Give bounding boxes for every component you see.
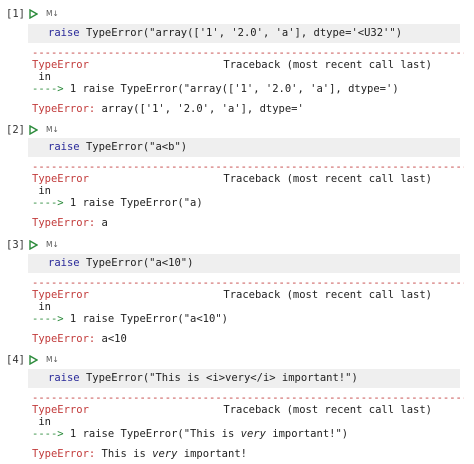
traceback-source: 1 raise TypeError("a<10") (63, 313, 228, 325)
error-message-line: TypeError: a (32, 217, 464, 229)
notebook-cell-2: [2] M↓ raise TypeError("a<b") ----------… (0, 122, 474, 234)
error-message: array(['1', '2.0', 'a'], dtype=' (95, 103, 304, 115)
error-name: TypeError (32, 404, 89, 416)
execution-count: [4] (6, 354, 25, 366)
code-class: TypeError (85, 257, 143, 269)
code-class: TypeError (85, 27, 143, 39)
error-message: a (95, 217, 108, 229)
error-message-line: TypeError: This is very important! (32, 448, 464, 460)
traceback-separator: ----------------------------------------… (32, 47, 464, 59)
execution-count: [2] (6, 124, 25, 136)
traceback-source-pre: 1 raise TypeError("This is (63, 428, 241, 440)
cell-toolbar: M↓ (28, 123, 59, 137)
code-input[interactable]: raise TypeError("This is <i>very</i> imp… (28, 369, 460, 388)
markdown-badge: M↓ (46, 240, 59, 249)
code-argument: ("a<b") (142, 141, 188, 153)
notebook-cell-3: [3] M↓ raise TypeError("a<10") ---------… (0, 237, 474, 349)
code-keyword: raise (48, 257, 80, 269)
code-keyword: raise (48, 27, 80, 39)
traceback-arrow-line: ----> 1 raise TypeError("a) (32, 197, 464, 209)
run-cell-icon[interactable] (28, 125, 38, 135)
traceback-header: TypeError Traceback (most recent call las… (32, 289, 432, 301)
cell-output: ----------------------------------------… (32, 277, 464, 345)
error-message: a<10 (95, 333, 127, 345)
cell-toolbar: M↓ (28, 353, 59, 367)
cell-output: ----------------------------------------… (32, 392, 464, 460)
execution-count: [3] (6, 239, 25, 251)
run-cell-icon[interactable] (28, 9, 38, 19)
error-message-italic: very (152, 448, 178, 460)
traceback-source: 1 raise TypeError("array(['1', '2.0', 'a… (63, 83, 399, 95)
error-message-post: important! (177, 448, 247, 460)
run-cell-icon[interactable] (28, 355, 38, 365)
code-argument: ("array(['1', '2.0', 'a'], dtype='<U32'"… (142, 27, 403, 39)
code-class: TypeError (85, 141, 143, 153)
error-label: TypeError: (32, 333, 96, 345)
traceback-arrow-line: ----> 1 raise TypeError("array(['1', '2.… (32, 83, 464, 95)
code-class: TypeError (85, 372, 143, 384)
traceback-header: TypeError Traceback (most recent call las… (32, 404, 432, 416)
traceback-in-line: in (32, 71, 51, 83)
traceback-label: Traceback (most recent call last) (223, 59, 432, 71)
markdown-badge: M↓ (46, 125, 59, 134)
traceback-source: 1 raise TypeError("a) (63, 197, 203, 209)
cell-toolbar: M↓ (28, 238, 59, 252)
notebook-cell-4: [4] M↓ raise TypeError("This is <i>very<… (0, 352, 474, 464)
traceback-arrow: ----> (32, 428, 64, 440)
error-name: TypeError (32, 59, 89, 71)
cell-toolbar: M↓ (28, 7, 59, 21)
traceback-arrow-line: ----> 1 raise TypeError("This is very im… (32, 428, 464, 440)
traceback-separator: ----------------------------------------… (32, 277, 464, 289)
traceback-in-line: in (32, 416, 51, 428)
code-argument: ("a<10") (142, 257, 194, 269)
run-cell-icon[interactable] (28, 240, 38, 250)
traceback-source-post: important!") (265, 428, 349, 440)
traceback-arrow-line: ----> 1 raise TypeError("a<10") (32, 313, 464, 325)
traceback-label: Traceback (most recent call last) (223, 289, 432, 301)
error-label: TypeError: (32, 103, 96, 115)
code-argument: ("This is <i>very</i> important!") (142, 372, 358, 384)
markdown-badge: M↓ (46, 355, 59, 364)
traceback-separator: ----------------------------------------… (32, 161, 464, 173)
traceback-header: TypeError Traceback (most recent call las… (32, 59, 432, 71)
traceback-arrow: ----> (32, 83, 64, 95)
traceback-header: TypeError Traceback (most recent call las… (32, 173, 432, 185)
error-name: TypeError (32, 289, 89, 301)
traceback-source-italic: very (240, 428, 266, 440)
error-name: TypeError (32, 173, 89, 185)
error-message-line: TypeError: a<10 (32, 333, 464, 345)
code-input[interactable]: raise TypeError("array(['1', '2.0', 'a']… (28, 24, 460, 43)
traceback-arrow: ----> (32, 313, 64, 325)
notebook-cell-1: [1] M↓ raise TypeError("array(['1', '2.0… (0, 6, 474, 118)
error-message-line: TypeError: array(['1', '2.0', 'a'], dtyp… (32, 103, 464, 115)
error-label: TypeError: (32, 217, 96, 229)
code-input[interactable]: raise TypeError("a<b") (28, 138, 460, 157)
code-keyword: raise (48, 141, 80, 153)
markdown-badge: M↓ (46, 9, 59, 18)
traceback-in-line: in (32, 185, 51, 197)
code-keyword: raise (48, 372, 80, 384)
traceback-label: Traceback (most recent call last) (223, 173, 432, 185)
cell-output: ----------------------------------------… (32, 161, 464, 229)
execution-count: [1] (6, 8, 25, 20)
traceback-in-line: in (32, 301, 51, 313)
cell-output: ----------------------------------------… (32, 47, 464, 115)
traceback-arrow: ----> (32, 197, 64, 209)
traceback-separator: ----------------------------------------… (32, 392, 464, 404)
error-message-pre: This is (95, 448, 153, 460)
traceback-label: Traceback (most recent call last) (223, 404, 432, 416)
code-input[interactable]: raise TypeError("a<10") (28, 254, 460, 273)
error-label: TypeError: (32, 448, 96, 460)
